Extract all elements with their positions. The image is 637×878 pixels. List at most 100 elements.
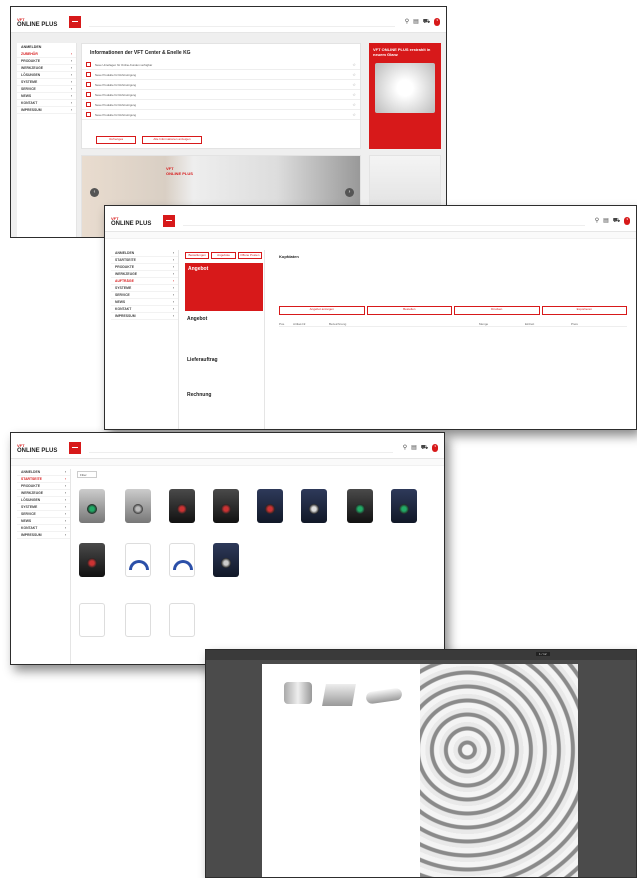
product-tile[interactable] [79, 543, 105, 577]
product-tile[interactable] [79, 489, 105, 523]
document-icon[interactable]: ▤ [413, 18, 419, 26]
star-icon[interactable]: ☆ [352, 72, 356, 77]
info-card: Informationen der VFT Center & Enelle KG… [81, 43, 361, 149]
sidebar-item[interactable]: WERKZEUGE › [111, 271, 178, 278]
star-icon[interactable]: ☆ [352, 62, 356, 67]
tab-orders[interactable]: Bestellungen [185, 252, 210, 259]
sidebar-item[interactable]: ANMELDEN › [111, 250, 178, 257]
search-icon[interactable]: ⚲ [405, 18, 409, 26]
search-icon[interactable]: ⚲ [403, 444, 407, 452]
info-row[interactable]: Neue Produkte für Rohrreinigung ☆ [82, 90, 360, 100]
document-tile[interactable] [125, 603, 151, 637]
menu-button[interactable] [69, 15, 82, 28]
star-icon[interactable]: ☆ [352, 102, 356, 107]
sidebar-item[interactable]: PRODUKTE › [111, 264, 178, 271]
sidebar-item[interactable]: WERKZEUGE › [17, 490, 70, 497]
sidebar-item[interactable]: NEWS › [17, 518, 70, 525]
banner-prev-button[interactable]: ‹ [90, 188, 99, 197]
product-tile[interactable] [213, 489, 239, 523]
previous-button[interactable]: Vorheriges [96, 136, 136, 144]
product-tile[interactable] [347, 489, 373, 523]
order-list-panel: Bestellungen Angebote Offene Posten Ange… [183, 250, 265, 429]
viewer-toolbar: 1 / 12 [206, 650, 636, 660]
top-bar: VFT ONLINE PLUS ⚲ ▤ ⛟ 3 [11, 433, 444, 459]
search-input[interactable] [89, 17, 395, 27]
sidebar-item[interactable]: SERVICE › [17, 86, 76, 93]
promo-panel[interactable]: VFT ONLINE PLUS erstrahlt in neuem Glanz [369, 43, 441, 149]
all-info-button[interactable]: Alle Informationen anzeigen [142, 136, 202, 144]
info-row[interactable]: Neue Unterlagen für Online-Kunden verfüg… [82, 60, 360, 70]
document-icon[interactable]: ▤ [603, 217, 609, 225]
sidebar-item[interactable]: SYSTEME › [111, 285, 178, 292]
sidebar-item[interactable]: SYSTEME › [17, 504, 70, 511]
banner-next-button[interactable]: › [345, 188, 354, 197]
info-row[interactable]: Neue Produkte für Rohrreinigung ☆ [82, 80, 360, 90]
product-tile[interactable] [391, 489, 417, 523]
print-button[interactable]: Drucken [454, 306, 540, 315]
product-tile[interactable] [213, 543, 239, 577]
product-tile[interactable] [169, 543, 195, 577]
search-icon[interactable]: ⚲ [595, 217, 599, 225]
sidebar-item[interactable]: PRODUKTE › [17, 483, 70, 490]
info-row[interactable]: Neue Produkte für Rohrreinigung ☆ [82, 70, 360, 80]
sidebar-item[interactable]: STARTSEITE › [17, 476, 70, 483]
sidebar-login[interactable]: ANMELDEN [17, 43, 76, 51]
selected-offer[interactable]: Angebot [185, 263, 263, 311]
tab-offers[interactable]: Angebote [211, 252, 236, 259]
cart-icon[interactable]: ⛟ [613, 217, 621, 225]
sidebar-item[interactable]: KONTAKT › [17, 525, 70, 532]
app-logo[interactable]: VFT ONLINE PLUS [111, 216, 151, 227]
sidebar-item[interactable]: ANMELDEN › [17, 469, 70, 476]
sidebar-item[interactable]: KONTAKT › [111, 306, 178, 313]
filter-button[interactable]: Filter [77, 471, 97, 478]
offer-heading[interactable]: Angebot [187, 316, 207, 322]
sidebar-item[interactable]: KONTAKT › [17, 100, 76, 107]
sidebar-item[interactable]: PRODUKTE › [17, 58, 76, 65]
sidebar-item[interactable]: NEWS › [111, 299, 178, 306]
star-icon[interactable]: ☆ [352, 112, 356, 117]
page-indicator[interactable]: 1 / 12 [536, 652, 550, 656]
star-icon[interactable]: ☆ [352, 92, 356, 97]
product-tile[interactable] [169, 489, 195, 523]
cart-icon[interactable]: ⛟ [421, 444, 429, 452]
sidebar-item[interactable]: IMPRESSUM › [17, 107, 76, 114]
product-tile[interactable] [125, 489, 151, 523]
product-tile[interactable] [257, 489, 283, 523]
search-input[interactable] [89, 443, 393, 453]
menu-button[interactable] [163, 214, 176, 227]
document-tile[interactable] [169, 603, 195, 637]
product-tile[interactable] [301, 489, 327, 523]
sidebar-item[interactable]: LÖSUNGEN › [17, 497, 70, 504]
sidebar-item[interactable]: AUFTRÄGE › [111, 278, 178, 285]
sidebar-item[interactable]: IMPRESSUM › [17, 532, 70, 539]
cart-icon[interactable]: ⛟ [423, 18, 431, 26]
sidebar-item[interactable]: LÖSUNGEN › [17, 72, 76, 79]
items-table-header: Pos. Artikel-Nr. Bezeichnung Menge Einhe… [279, 322, 627, 327]
show-offer-button[interactable]: Angebot anzeigen [279, 306, 365, 315]
document-icon[interactable]: ▤ [411, 444, 417, 452]
export-button[interactable]: Exportieren [541, 306, 627, 315]
search-input[interactable] [183, 216, 585, 226]
sidebar-item[interactable]: STARTSEITE › [111, 257, 178, 264]
app-logo[interactable]: VFT ONLINE PLUS [17, 17, 57, 28]
sidebar-item[interactable]: IMPRESSUM › [111, 313, 178, 320]
info-row[interactable]: Neue Produkte für Rohrreinigung ☆ [82, 100, 360, 110]
tab-open-items[interactable]: Offene Posten [237, 252, 262, 259]
invoice-heading[interactable]: Rechnung [187, 392, 211, 398]
document-tile[interactable] [79, 603, 105, 637]
star-icon[interactable]: ☆ [352, 82, 356, 87]
promo-image [375, 63, 435, 113]
order-button[interactable]: Bestellen [366, 306, 452, 315]
sidebar-item[interactable]: WERKZEUGE › [17, 65, 76, 72]
sidebar-item[interactable]: NEWS › [17, 93, 76, 100]
sidebar-item[interactable]: SERVICE › [17, 511, 70, 518]
app-logo[interactable]: VFT ONLINE PLUS [17, 443, 57, 454]
product-tile[interactable] [125, 543, 151, 577]
sidebar-item[interactable]: ZUBEHÖR › [17, 51, 76, 58]
sidebar-item[interactable]: SYSTEME › [17, 79, 76, 86]
menu-button[interactable] [69, 441, 82, 454]
top-bar: VFT ONLINE PLUS ⚲ ▤ ⛟ 3 [11, 7, 446, 33]
delivery-heading[interactable]: Lieferauftrag [187, 357, 218, 363]
sidebar-item[interactable]: SERVICE › [111, 292, 178, 299]
info-row[interactable]: Neue Produkte für Rohrreinigung ☆ [82, 110, 360, 120]
